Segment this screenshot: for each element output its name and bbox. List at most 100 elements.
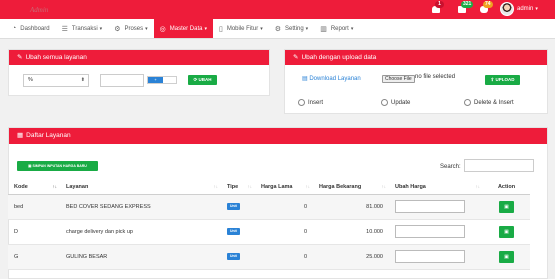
cell-tipe: Unit [221, 194, 255, 220]
sort-icon: ↑↓ [475, 184, 481, 189]
save-row-button[interactable]: ▣ [499, 225, 514, 238]
sort-icon: ↑↓ [247, 184, 253, 189]
nav-label: Master Data [169, 25, 203, 32]
col-ubah-harga[interactable]: Ubah Harga ↑↓ [389, 180, 483, 195]
notifications-button[interactable]: 1 [430, 1, 444, 15]
chevron-down-icon: ▾ [535, 6, 538, 12]
radio-circle [298, 99, 305, 106]
radio-update[interactable]: Update [381, 99, 410, 106]
nav-label: Mobile Fitur [226, 25, 259, 32]
radio-delete-insert[interactable]: Delete & Insert [464, 99, 514, 106]
col-layanan[interactable]: Layanan ↑↓ [60, 180, 221, 195]
sort-icon: ↑↓ [213, 184, 219, 189]
message-count-badge: 321 [461, 1, 474, 8]
messages-button[interactable]: 321 [456, 1, 474, 15]
nav-transaksi[interactable]: ☰ Transaksi ▾ [56, 19, 109, 38]
column-label: Layanan [66, 183, 89, 190]
list-icon: ☰ [61, 25, 68, 33]
table-row: D charge delivery dan pick up Unit 0 10.… [8, 219, 530, 245]
cell-tipe: Unit [221, 244, 255, 270]
chevron-down-icon: ▾ [350, 25, 354, 32]
user-menu[interactable]: admin ▾ [500, 2, 538, 16]
upload-panel: ✎ Ubah dengan upload data ▤ Download Laya… [284, 49, 548, 114]
cell-harga-sekarang: 25.000 [313, 244, 389, 270]
button-label: UBAH [198, 77, 212, 82]
nav-proses[interactable]: ⚙ Proses ▾ [108, 19, 153, 38]
top-bar: Admin 1 321 74 admin ▾ [0, 0, 555, 19]
col-harga-lama[interactable]: Harga Lama ↑↓ [255, 180, 313, 195]
cell-harga-lama: 0 [255, 194, 313, 220]
radio-insert[interactable]: Insert [298, 99, 323, 106]
value-input[interactable] [100, 74, 144, 87]
simpan-harga-baru-button[interactable]: ▣ SIMPAN INPUTAN HARGA BARU [17, 161, 98, 171]
select-value: % [28, 77, 33, 83]
new-price-input[interactable] [395, 250, 465, 263]
mode-toggle[interactable]: + [147, 76, 177, 84]
chevron-down-icon: ▾ [305, 25, 309, 32]
download-layanan-link[interactable]: ▤ Download Layanan [302, 75, 361, 82]
button-label: SIMPAN INPUTAN HARGA BARU [32, 164, 87, 168]
column-label: Action [497, 183, 516, 190]
cell-kode: bed [8, 194, 60, 220]
col-tipe[interactable]: Tipe ↑↓ [221, 180, 255, 195]
refresh-icon: ⟳ [193, 77, 198, 82]
cell-layanan: BED COVER SEDANG EXPRESS [60, 194, 221, 220]
choose-file-button[interactable]: Choose File [382, 75, 415, 83]
upload-button[interactable]: ⇪ UPLOAD [485, 75, 520, 85]
column-label: Tipe [227, 183, 239, 190]
cell-ubah-harga [389, 219, 483, 245]
search-input[interactable] [464, 159, 534, 172]
ubah-semua-panel: ✎ Ubah semua layanan % ⬍ + ⟳ UBAH [8, 49, 270, 96]
sort-icon: ↑↓ [381, 184, 387, 189]
chevron-down-icon: ▾ [99, 25, 103, 32]
cell-ubah-harga [389, 194, 483, 220]
file-icon: ▤ [302, 76, 308, 82]
nav-report[interactable]: ▥ Report ▾ [314, 19, 359, 38]
gears-icon: ⚙ [274, 25, 281, 33]
link-label: Download Layanan [309, 76, 361, 82]
cell-kode: G [8, 244, 60, 270]
column-label: Harga Bekarang [319, 183, 362, 190]
save-icon: ▣ [28, 164, 32, 168]
chat-button[interactable]: 74 [478, 1, 493, 15]
cell-action: ▣ [483, 244, 530, 270]
main-nav: ◔ Dashboard ☰ Transaksi ▾ ⚙ Proses ▾ ◎ M… [0, 19, 555, 39]
cell-action: ▣ [483, 219, 530, 245]
save-row-button[interactable]: ▣ [499, 250, 514, 263]
nav-label: Report [330, 25, 349, 32]
radio-label: Delete & Insert [474, 99, 514, 106]
pencil-icon: ✎ [17, 54, 23, 61]
operator-select[interactable]: % ⬍ [23, 74, 89, 87]
new-price-input[interactable] [395, 200, 465, 213]
col-harga-sekarang[interactable]: Harga Bekarang ↑↓ [313, 180, 389, 195]
toggle-on-label: + [148, 77, 163, 83]
avatar [500, 2, 514, 16]
ubah-button[interactable]: ⟳ UBAH [188, 75, 217, 85]
unit-badge: Unit [227, 228, 240, 235]
upload-icon: ⇪ [490, 77, 495, 82]
column-label: Kode [14, 183, 28, 190]
nav-label: Setting [284, 25, 304, 32]
brand-logo[interactable]: Admin [30, 6, 48, 14]
new-price-input[interactable] [395, 225, 465, 238]
chevron-down-icon: ▾ [204, 25, 207, 32]
radio-label: Update [391, 99, 411, 106]
cell-kode: D [8, 219, 60, 245]
button-label: UPLOAD [495, 77, 515, 82]
nav-master-data[interactable]: ◎ Master Data ▾ [153, 19, 213, 38]
nav-mobile-fitur[interactable]: ▯ Mobile Fitur ▾ [213, 19, 269, 38]
target-icon: ◎ [159, 25, 166, 33]
chevron-down-icon: ▾ [260, 25, 263, 32]
cell-tipe: Unit [221, 219, 255, 245]
nav-dashboard[interactable]: ◔ Dashboard [6, 19, 56, 38]
dashboard-icon: ◔ [12, 25, 17, 32]
chevron-down-icon: ⬍ [80, 77, 85, 83]
nav-setting[interactable]: ⚙ Setting ▾ [269, 19, 314, 38]
nav-label: Proses [124, 25, 144, 32]
table-header-row: Kode ↑↓ Layanan ↑↓ Tipe ↑↓ Harga Lama ↑↓ Har… [8, 180, 530, 195]
notification-count-badge: 1 [435, 1, 444, 8]
save-row-button[interactable]: ▣ [499, 200, 514, 213]
mobile-icon: ▯ [218, 25, 223, 33]
chevron-down-icon: ▾ [145, 25, 148, 32]
col-kode[interactable]: Kode ↑↓ [8, 180, 60, 195]
